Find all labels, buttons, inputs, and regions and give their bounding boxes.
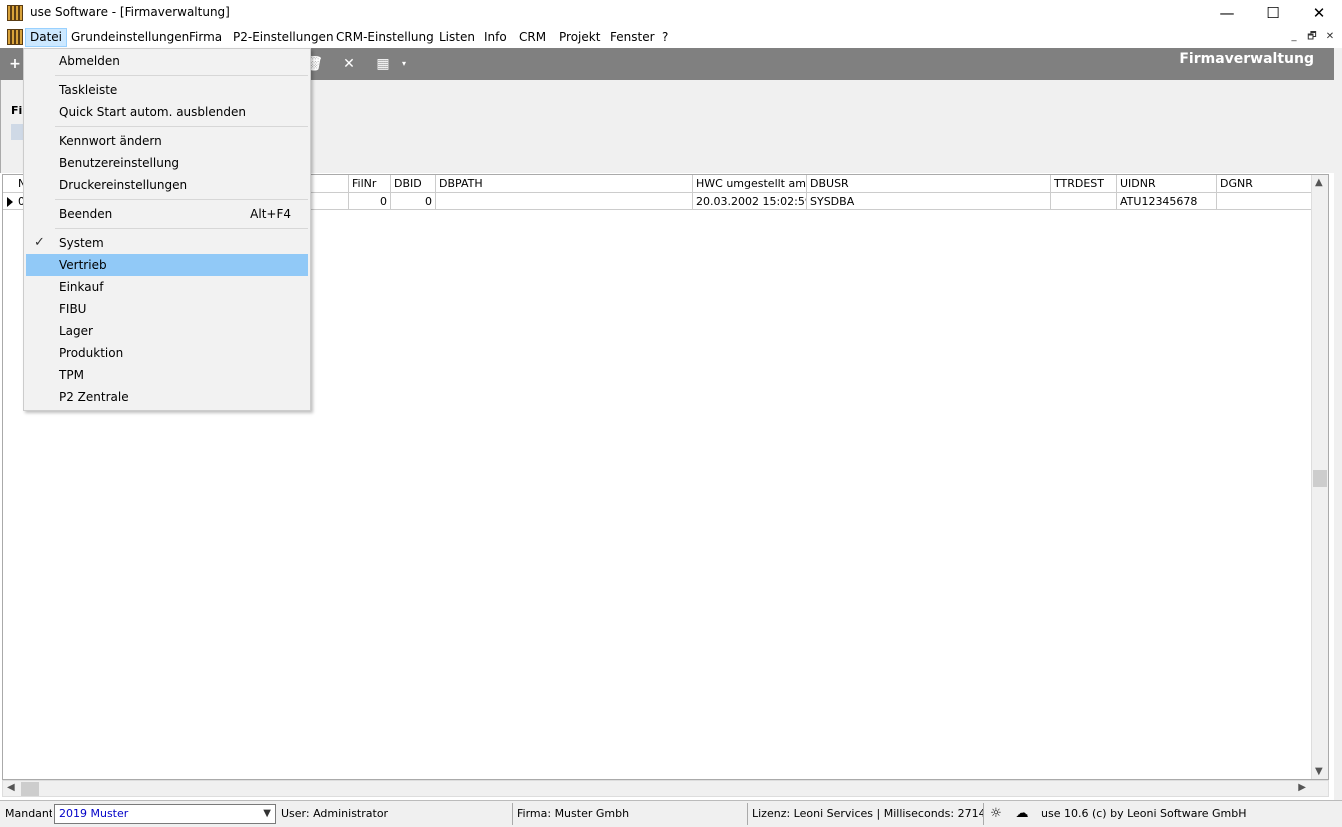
grid-icon[interactable]: ▦ — [374, 55, 392, 73]
column-header-uidnr[interactable]: UIDNR — [1117, 175, 1217, 193]
column-header-dbpath[interactable]: DBPATH — [436, 175, 693, 193]
menu-item-einkauf[interactable]: Einkauf — [26, 276, 308, 298]
menu-item-vertrieb[interactable]: Vertrieb — [26, 254, 308, 276]
mandant-select[interactable]: 2019 Muster ▼ — [54, 804, 276, 824]
status-firma: Firma: Muster Gmbh — [514, 803, 748, 825]
scroll-left-icon[interactable]: ◀ — [7, 782, 15, 793]
cell-uidnr[interactable]: ATU12345678 — [1117, 193, 1217, 210]
title-bar: use Software - [Firmaverwaltung] — ☐ ✕ — [0, 0, 1342, 26]
menu-info[interactable]: Info — [480, 28, 511, 47]
chevron-down-icon[interactable]: ▼ — [263, 805, 271, 823]
vertical-scroll-thumb[interactable] — [1313, 470, 1327, 487]
cell-dbid[interactable]: 0 — [391, 193, 436, 210]
cell-filnr[interactable]: 0 — [349, 193, 391, 210]
status-bar: Mandant 2019 Muster ▼ User: Administrato… — [0, 800, 1342, 827]
column-header-dgnr[interactable]: DGNR — [1217, 175, 1313, 193]
cell-hwc[interactable]: 20.03.2002 15:02:59 — [693, 193, 807, 210]
column-header-dbusr[interactable]: DBUSR — [807, 175, 1051, 193]
scroll-down-icon[interactable]: ▼ — [1315, 766, 1323, 777]
mdi-restore-button[interactable]: 🗗 — [1304, 30, 1320, 44]
current-row-indicator-icon — [7, 197, 13, 207]
menu-item-taskleiste[interactable]: Taskleiste — [26, 79, 308, 101]
menu-item-beenden[interactable]: Beenden Alt+F4 — [26, 203, 308, 225]
sun-icon[interactable]: ☼ — [986, 804, 1006, 824]
horizontal-scrollbar[interactable]: ◀ ▶ — [2, 780, 1329, 797]
menu-grundeinstellungen[interactable]: Grundeinstellungen — [67, 28, 193, 47]
menu-firma[interactable]: Firma — [185, 28, 226, 47]
menu-item-fibu[interactable]: FIBU — [26, 298, 308, 320]
window-edge — [1334, 48, 1342, 800]
status-version: use 10.6 (c) by Leoni Software GmbH — [1041, 807, 1247, 820]
menu-item-kennwort[interactable]: Kennwort ändern — [26, 130, 308, 152]
minimize-button[interactable]: — — [1204, 0, 1250, 26]
menu-bar: Datei Grundeinstellungen Firma P2-Einste… — [0, 26, 1342, 48]
menu-crm-einstellung[interactable]: CRM-Einstellung — [332, 28, 438, 47]
checkmark-icon: ✓ — [34, 235, 45, 250]
menu-item-p2-zentrale[interactable]: P2 Zentrale — [26, 386, 308, 408]
mdi-app-icon[interactable] — [7, 29, 23, 45]
chat-icon[interactable]: ☁ — [1012, 804, 1032, 824]
menu-p2-einstellungen[interactable]: P2-Einstellungen — [229, 28, 338, 47]
menu-listen[interactable]: Listen — [435, 28, 479, 47]
beenden-shortcut: Alt+F4 — [250, 207, 291, 221]
menu-item-benutzereinstellung[interactable]: Benutzereinstellung — [26, 152, 308, 174]
column-header-dbid[interactable]: DBID — [391, 175, 436, 193]
mdi-minimize-button[interactable]: _ — [1286, 30, 1302, 44]
menu-item-produktion[interactable]: Produktion — [26, 342, 308, 364]
cell-dbusr[interactable]: SYSDBA — [807, 193, 1051, 210]
status-user: User: Administrator — [278, 803, 513, 825]
cell-dbpath[interactable] — [436, 193, 693, 210]
column-header-hwc[interactable]: HWC umgestellt am — [693, 175, 807, 193]
menu-item-tpm[interactable]: TPM — [26, 364, 308, 386]
status-lizenz: Lizenz: Leoni Services | Milliseconds: 2… — [749, 803, 984, 825]
scroll-right-icon[interactable]: ▶ — [1298, 782, 1306, 793]
menu-item-druckereinstellungen[interactable]: Druckereinstellungen — [26, 174, 308, 196]
menu-help[interactable]: ? — [658, 28, 672, 47]
page-title: Firmaverwaltung — [1179, 51, 1314, 67]
column-header-filnr[interactable]: FilNr — [349, 175, 391, 193]
menu-item-abmelden[interactable]: Abmelden — [26, 50, 308, 72]
menu-item-quickstart[interactable]: Quick Start autom. ausblenden — [26, 101, 308, 123]
menu-item-system[interactable]: ✓ System — [26, 232, 308, 254]
menu-item-lager[interactable]: Lager — [26, 320, 308, 342]
window-title: use Software - [Firmaverwaltung] — [30, 5, 230, 19]
mandant-value: 2019 Muster — [59, 807, 129, 820]
close-button[interactable]: ✕ — [1296, 0, 1342, 26]
horizontal-scroll-thumb[interactable] — [21, 782, 39, 796]
add-icon[interactable]: + — [6, 55, 24, 73]
column-header-ttrdest[interactable]: TTRDEST — [1051, 175, 1117, 193]
vertical-scrollbar[interactable]: ▲ ▼ — [1311, 175, 1328, 779]
menu-crm[interactable]: CRM — [515, 28, 550, 47]
app-icon — [7, 5, 23, 21]
maximize-button[interactable]: ☐ — [1250, 0, 1296, 26]
datei-dropdown-menu: Abmelden Taskleiste Quick Start autom. a… — [23, 48, 311, 411]
cell-dgnr[interactable] — [1217, 193, 1313, 210]
cancel-icon[interactable]: ✕ — [340, 55, 358, 73]
mdi-close-button[interactable]: ✕ — [1322, 30, 1338, 44]
scroll-up-icon[interactable]: ▲ — [1315, 177, 1323, 188]
mandant-label: Mandant — [5, 807, 52, 820]
menu-projekt[interactable]: Projekt — [555, 28, 604, 47]
cell-ttrdest[interactable] — [1051, 193, 1117, 210]
menu-fenster[interactable]: Fenster — [606, 28, 659, 47]
chevron-down-icon[interactable]: ▾ — [395, 55, 413, 73]
menu-datei[interactable]: Datei — [25, 28, 68, 47]
